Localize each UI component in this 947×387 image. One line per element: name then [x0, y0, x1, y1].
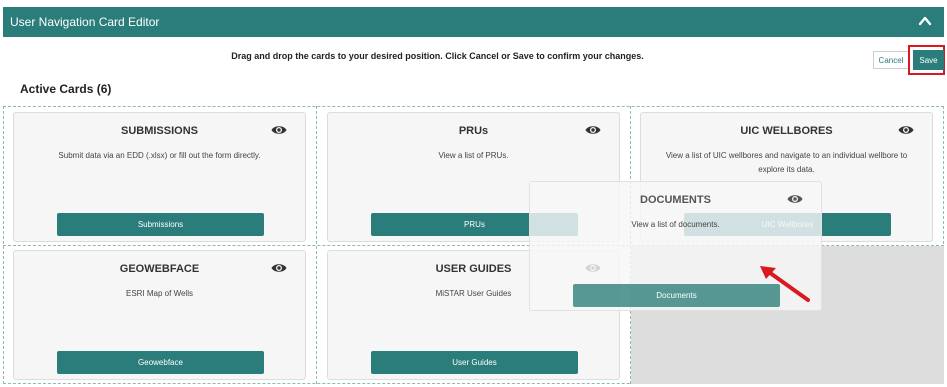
active-cards-title: Active Cards (6)	[20, 82, 112, 96]
card-description: Submit data via an EDD (.xlsx) or fill o…	[58, 151, 261, 160]
documents-button[interactable]: Documents	[573, 284, 780, 307]
submissions-button[interactable]: Submissions	[57, 213, 264, 236]
card-description: View a list of documents.	[631, 220, 720, 229]
eye-icon[interactable]	[898, 124, 914, 136]
chevron-up-icon[interactable]	[918, 14, 932, 28]
eye-icon[interactable]	[271, 262, 287, 274]
card-title: DOCUMENTS	[640, 194, 711, 206]
user-guides-button[interactable]: User Guides	[371, 351, 578, 374]
save-button[interactable]: Save	[913, 50, 944, 70]
eye-icon[interactable]	[585, 124, 601, 136]
header-title: User Navigation Card Editor	[10, 15, 160, 29]
eye-icon[interactable]	[271, 124, 287, 136]
editor-header: User Navigation Card Editor	[3, 7, 944, 37]
instructions-text: Drag and drop the cards to your desired …	[231, 51, 644, 61]
card-title: GEOWEBFACE	[119, 263, 200, 275]
geowebface-button[interactable]: Geowebface	[57, 351, 264, 374]
card-description: View a list of UIC wellbores and navigat…	[665, 151, 908, 174]
card-title: UIC WELLBORES	[740, 125, 833, 137]
card-description: View a list of PRUs.	[438, 151, 509, 160]
card-description: ESRI Map of Wells	[126, 289, 193, 298]
card-title: PRUs	[458, 125, 489, 137]
eye-icon[interactable]	[787, 193, 803, 205]
cancel-button[interactable]: Cancel	[873, 51, 909, 69]
card-title: SUBMISSIONS	[120, 125, 198, 137]
red-arrow-annotation	[760, 266, 810, 302]
card-submissions[interactable]: SUBMISSIONS Submit data via an EDD (.xls…	[13, 112, 306, 242]
card-geowebface[interactable]: GEOWEBFACE ESRI Map of Wells Geowebface	[13, 250, 306, 380]
